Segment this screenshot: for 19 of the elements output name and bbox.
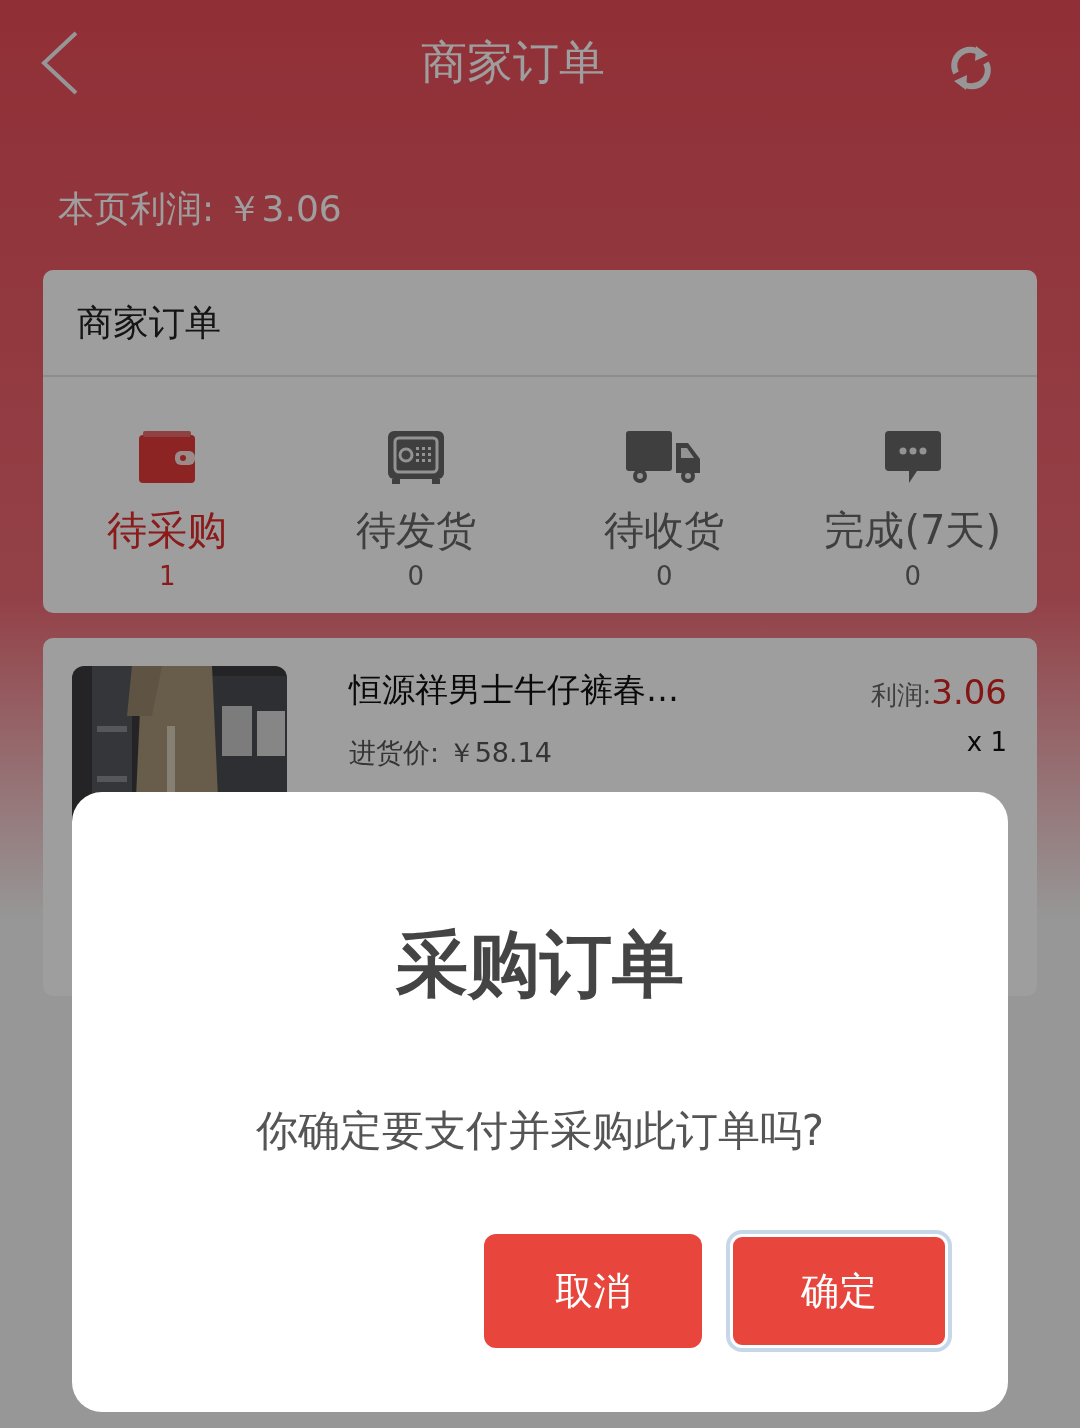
product-title: 恒源祥男士牛仔裤春… — [349, 669, 680, 711]
status-tab[interactable]: 待发货 0 — [291, 429, 540, 591]
status-tab[interactable]: 待采购 1 — [43, 429, 292, 591]
chat-icon — [882, 429, 943, 485]
dialog-title: 采购订单 — [396, 921, 684, 1008]
wallet-icon — [137, 429, 198, 485]
page-profit: 本页利润: ￥3.06 — [57, 187, 343, 231]
cost-price: 进货价: ￥58.14 — [349, 736, 553, 770]
dialog-message: 你确定要支付并采购此订单吗? — [255, 1105, 825, 1157]
quantity: x 1 — [966, 727, 1007, 757]
status-tab[interactable]: 完成(7天) 0 — [788, 429, 1037, 591]
profit-value: 3.06 — [931, 672, 1007, 712]
status-tab[interactable]: 待收货 0 — [540, 429, 789, 591]
profit-label: 利润: — [870, 679, 932, 712]
dialog-button[interactable]: 取消 — [484, 1234, 702, 1348]
safe-icon — [385, 429, 446, 485]
page-title: 商家订单 — [421, 33, 605, 91]
back-icon[interactable] — [40, 30, 80, 95]
card-title: 商家订单 — [43, 270, 1037, 377]
